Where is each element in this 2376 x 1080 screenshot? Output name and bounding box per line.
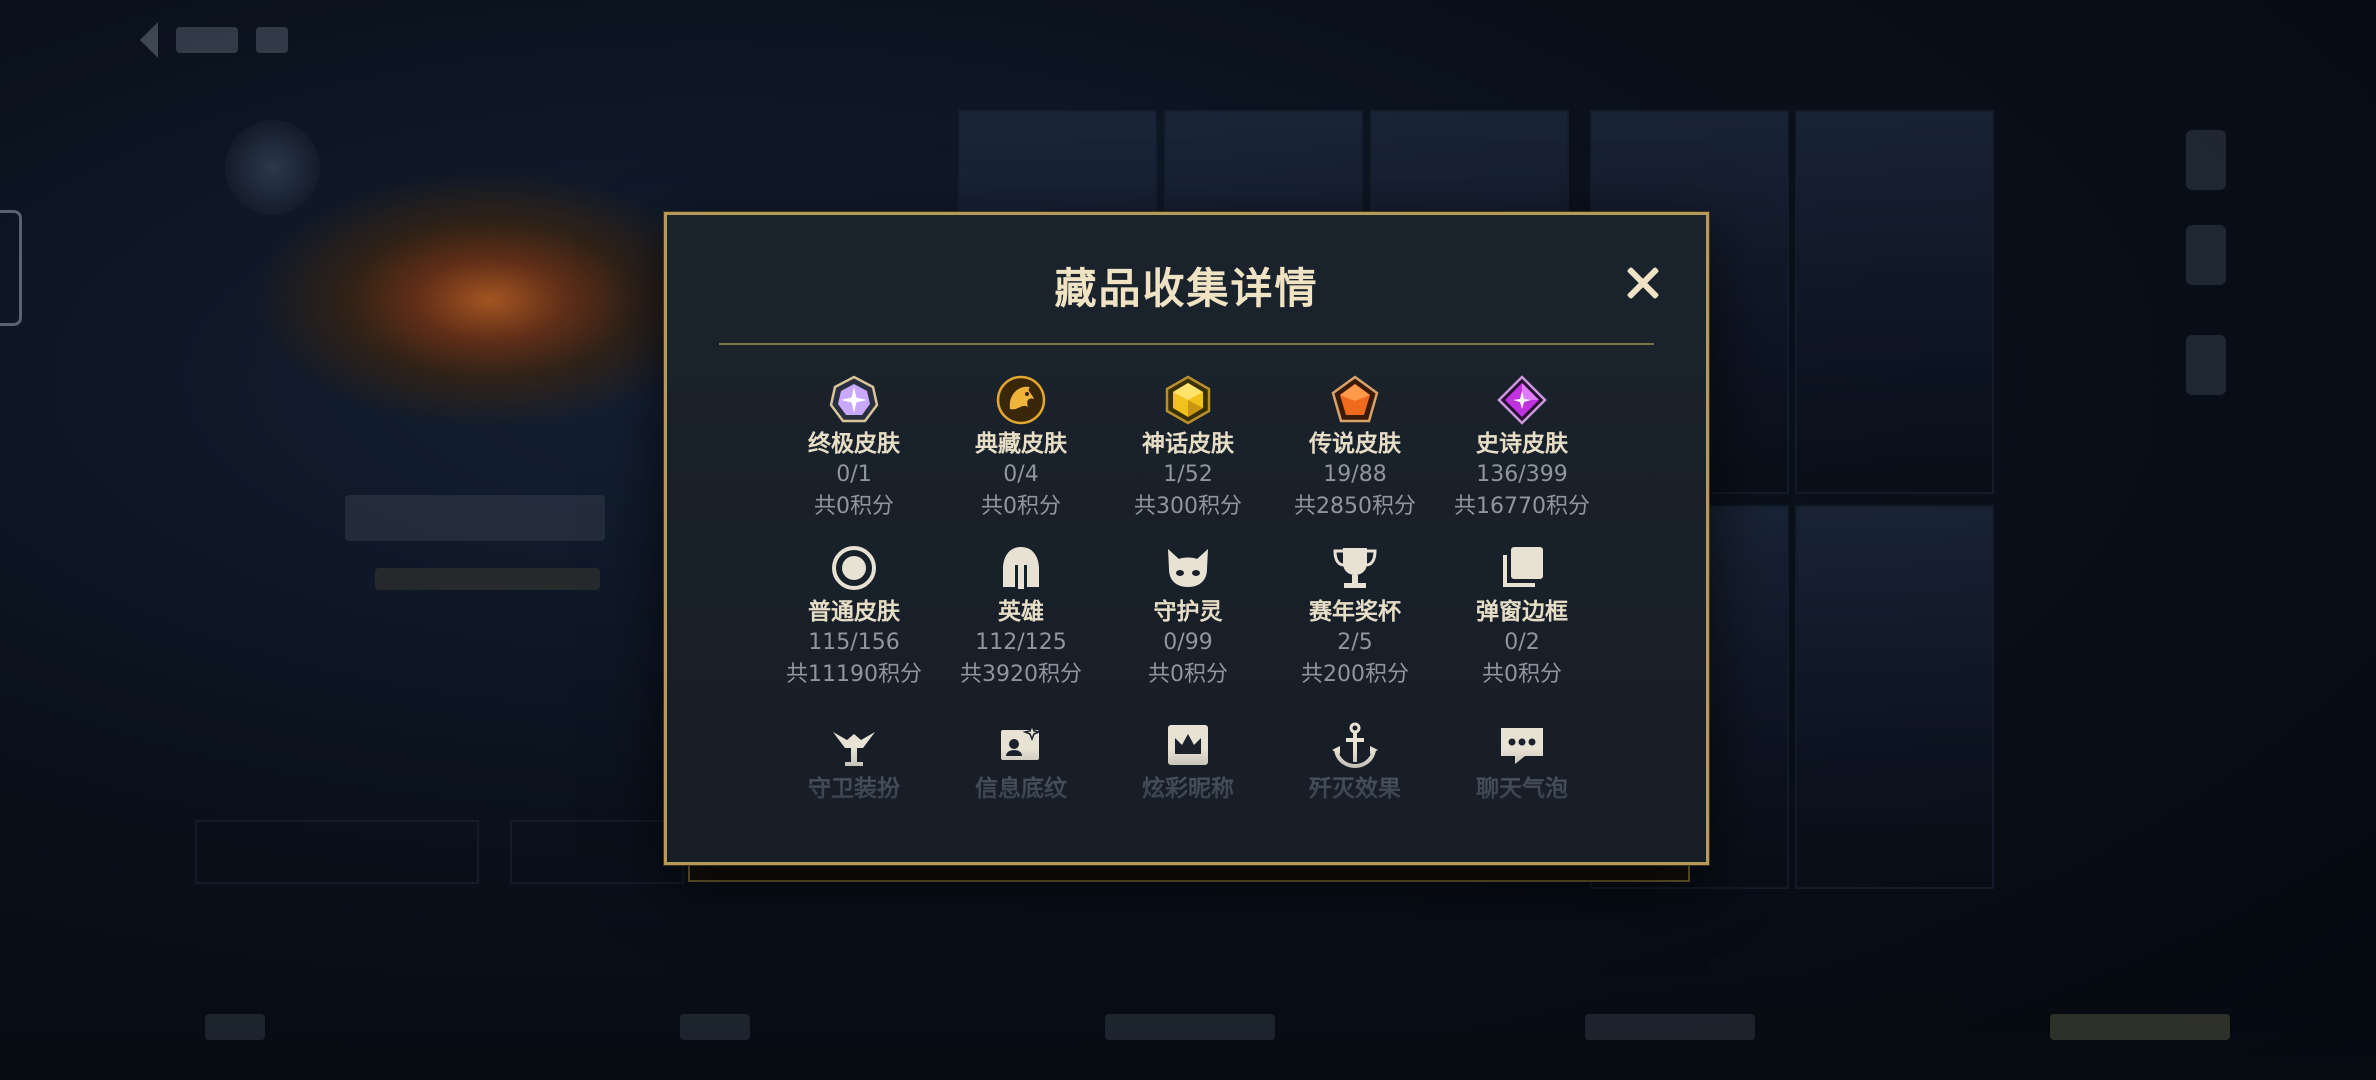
side-settings-icon[interactable]	[2186, 335, 2226, 395]
bottom-tab[interactable]	[1585, 1014, 1755, 1040]
collection-detail-modal: 藏品收集详情 终极皮肤 0/1 共0积分 典藏皮肤 0/4 共0积分 神话皮肤 …	[664, 212, 1709, 865]
item-count: 115/156	[808, 630, 900, 655]
skin-tile	[1795, 110, 1994, 494]
item-points: 共16770积分	[1454, 494, 1590, 519]
close-button[interactable]	[1620, 261, 1664, 305]
item-points: 共300积分	[1134, 494, 1242, 519]
crown-nameplate-icon	[1163, 720, 1213, 770]
back-arrow-icon[interactable]	[140, 22, 158, 58]
item-points: 共200积分	[1301, 662, 1409, 687]
top-nav	[140, 22, 288, 58]
epic-skin-gem-icon	[1497, 375, 1547, 425]
item-label: 守卫装扮	[808, 776, 900, 802]
background-card	[195, 820, 479, 884]
item-label: 弹窗边框	[1476, 599, 1568, 625]
item-count: 0/4	[1003, 462, 1039, 487]
side-sort-icon[interactable]	[2186, 225, 2226, 285]
collection-item-collection-skin[interactable]: 典藏皮肤 0/4 共0积分	[931, 375, 1111, 523]
nav-tab-placeholder	[256, 27, 288, 53]
skin-tile	[1795, 505, 1994, 889]
collection-item-mythic-skin[interactable]: 神话皮肤 1/52 共300积分	[1098, 375, 1278, 523]
item-label: 典藏皮肤	[975, 431, 1067, 457]
item-points: 共0积分	[981, 494, 1061, 519]
collection-item-guardian[interactable]: 守护灵 0/99 共0积分	[1098, 543, 1278, 691]
side-filter-icon[interactable]	[2186, 130, 2226, 190]
popup-frame-icon	[1497, 543, 1547, 593]
item-label: 守护灵	[1153, 599, 1223, 625]
modal-base-plate	[688, 866, 1690, 882]
side-drawer-handle[interactable]	[0, 210, 22, 326]
item-count: 0/1	[836, 462, 872, 487]
item-count: 136/399	[1476, 462, 1568, 487]
guardian-spirit-icon	[1163, 543, 1213, 593]
item-count: 112/125	[975, 630, 1067, 655]
collection-item-colorful-nickname[interactable]: 炫彩昵称	[1098, 720, 1278, 804]
profile-card-icon	[996, 720, 1046, 770]
collection-item-profile-card[interactable]: 信息底纹	[931, 720, 1111, 804]
collection-item-epic-skin[interactable]: 史诗皮肤 136/399 共16770积分	[1432, 375, 1612, 523]
item-count: 19/88	[1323, 462, 1387, 487]
collection-item-popup-frame[interactable]: 弹窗边框 0/2 共0积分	[1432, 543, 1612, 691]
item-points: 共11190积分	[786, 662, 922, 687]
background-card	[510, 820, 684, 884]
bottom-action-button[interactable]	[2050, 1014, 2230, 1040]
item-points: 共3920积分	[960, 662, 1082, 687]
item-points: 共0积分	[1482, 662, 1562, 687]
bottom-tab[interactable]	[1105, 1014, 1275, 1040]
collection-item-ward-skin[interactable]: 守卫装扮	[764, 720, 944, 804]
anchor-icon	[1330, 720, 1380, 770]
item-count: 1/52	[1163, 462, 1213, 487]
trophy-icon	[1330, 543, 1380, 593]
collection-item-trophy[interactable]: 赛年奖杯 2/5 共200积分	[1265, 543, 1445, 691]
helmet-icon	[996, 543, 1046, 593]
nav-title-placeholder	[176, 27, 238, 53]
title-divider	[719, 343, 1654, 345]
bottom-tab[interactable]	[680, 1014, 750, 1040]
item-label: 普通皮肤	[808, 599, 900, 625]
item-count: 0/2	[1504, 630, 1540, 655]
collection-item-chat-bubble[interactable]: 聊天气泡	[1432, 720, 1612, 804]
item-label: 终极皮肤	[808, 431, 900, 457]
ward-skin-icon	[829, 720, 879, 770]
item-points: 共0积分	[1148, 662, 1228, 687]
player-subtitle-placeholder	[375, 568, 600, 590]
item-label: 歼灭效果	[1309, 776, 1401, 802]
item-label: 传说皮肤	[1309, 431, 1401, 457]
item-label: 神话皮肤	[1142, 431, 1234, 457]
chat-bubble-icon	[1497, 720, 1547, 770]
item-points: 共0积分	[814, 494, 894, 519]
legendary-skin-gem-icon	[1330, 375, 1380, 425]
item-label: 英雄	[998, 599, 1044, 625]
item-label: 炫彩昵称	[1142, 776, 1234, 802]
item-label: 史诗皮肤	[1476, 431, 1568, 457]
item-label: 聊天气泡	[1476, 776, 1568, 802]
item-label: 信息底纹	[975, 776, 1067, 802]
ultimate-skin-gem-icon	[829, 375, 879, 425]
collection-item-ultimate-skin[interactable]: 终极皮肤 0/1 共0积分	[764, 375, 944, 523]
collection-skin-dragon-icon	[996, 375, 1046, 425]
item-points: 共2850积分	[1294, 494, 1416, 519]
mythic-skin-gem-icon	[1163, 375, 1213, 425]
profile-orb	[225, 120, 320, 215]
collection-item-normal-skin[interactable]: 普通皮肤 115/156 共11190积分	[764, 543, 944, 691]
collection-emblem	[250, 170, 730, 430]
item-label: 赛年奖杯	[1309, 599, 1401, 625]
modal-title: 藏品收集详情	[1054, 264, 1319, 313]
item-count: 2/5	[1337, 630, 1373, 655]
collection-item-elimination-effect[interactable]: 歼灭效果	[1265, 720, 1445, 804]
player-name-placeholder	[345, 495, 605, 541]
collection-item-legendary-skin[interactable]: 传说皮肤 19/88 共2850积分	[1265, 375, 1445, 523]
collection-item-hero[interactable]: 英雄 112/125 共3920积分	[931, 543, 1111, 691]
bottom-tab[interactable]	[205, 1014, 265, 1040]
normal-skin-ring-icon	[829, 543, 879, 593]
item-count: 0/99	[1163, 630, 1213, 655]
